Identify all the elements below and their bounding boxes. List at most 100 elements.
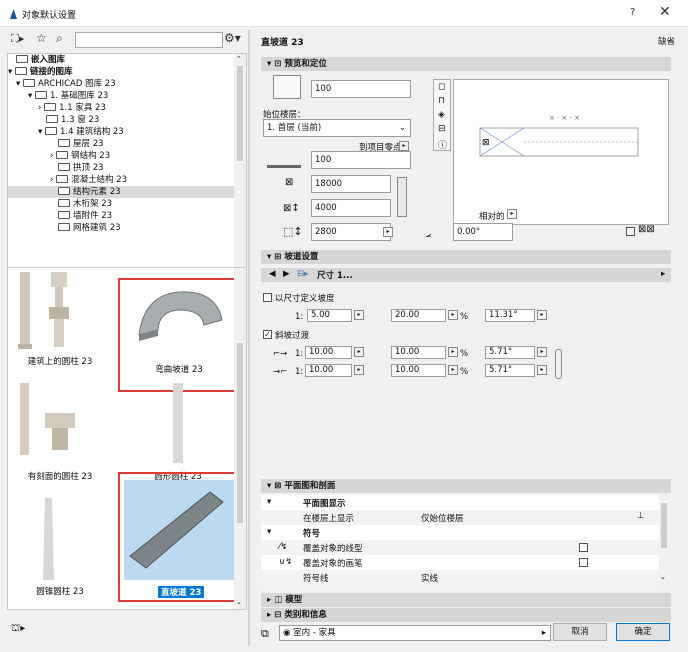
scroll-up-icon[interactable]: ⌃ — [236, 55, 242, 63]
collapse-icon[interactable]: ▾ — [267, 497, 271, 507]
nav-prev-icon[interactable]: ◀ — [269, 269, 276, 279]
section-header-preview[interactable]: ▾ ⊡ 预览和定位 — [261, 57, 671, 71]
search-input[interactable] — [75, 32, 223, 48]
table-row[interactable]: 符号线 实线 — [261, 570, 659, 585]
slope-pct-arrow[interactable]: ▸ — [448, 310, 458, 320]
override-pen-checkbox[interactable] — [579, 558, 588, 567]
table-row[interactable]: 在楼层上显示 仅始位楼层 ⊥ — [261, 510, 659, 525]
scroll-down-icon[interactable]: ⌄ — [660, 573, 666, 581]
gallery-scroll-thumb[interactable] — [237, 343, 243, 523]
slope-deg-field[interactable]: 11.31° — [485, 309, 535, 322]
table-row[interactable]: ⁄↯ 覆盖对象的线型 — [261, 540, 659, 555]
gallery-item-straight-ramp[interactable]: 直坡道 23 — [118, 472, 240, 602]
tree-item-furniture[interactable]: › 1.1 家具 23 — [8, 102, 234, 114]
default-button[interactable]: 缺省 — [658, 35, 675, 47]
tree-scroll-thumb[interactable] — [237, 66, 243, 161]
favorites-star-icon[interactable]: ☆ — [36, 31, 47, 45]
elevation-view-icon[interactable]: ⊟ — [438, 124, 446, 134]
override-line-checkbox[interactable] — [579, 543, 588, 552]
slope-pct-field[interactable]: 20.00 — [391, 309, 446, 322]
mirror-icons[interactable]: ⊠⊠ — [638, 224, 655, 235]
transition2-ratio-arrow[interactable]: ▸ — [354, 365, 364, 375]
transition1-pct-field[interactable]: 10.00 — [391, 346, 446, 359]
cancel-button[interactable]: 取消 — [553, 623, 607, 641]
ok-button[interactable]: 确定 — [616, 623, 670, 641]
plan-view-icon[interactable]: ◻ — [438, 82, 445, 92]
info-icon[interactable]: ⓘ — [438, 138, 447, 151]
3d-view-icon[interactable]: ◈ — [438, 110, 445, 120]
tree-item-wall-accessories[interactable]: 墙附件 23 — [8, 210, 234, 222]
tree-item-vault[interactable]: 拱顶 23 — [8, 162, 234, 174]
tree-item-steel[interactable]: › 钢结构 23 — [8, 150, 234, 162]
tree-item-windows[interactable]: 1.3 窗 23 — [8, 114, 234, 126]
transition-checkbox[interactable]: ✓ — [263, 330, 272, 339]
tree-item-basic[interactable]: ▾ 1. 基础图库 23 — [8, 90, 234, 102]
transition2-ratio-field[interactable]: 10.00 — [305, 364, 352, 377]
tree-item-truss[interactable]: 木桁架 23 — [8, 198, 234, 210]
slope-deg-arrow[interactable]: ▸ — [537, 310, 547, 320]
slope-ratio-arrow[interactable]: ▸ — [354, 310, 364, 320]
search-icon[interactable]: ⌕ — [56, 31, 63, 46]
tree-item-roof[interactable]: 屋层 23 — [8, 138, 234, 150]
tree-scrollbar[interactable]: ⌃ ⌄ — [234, 54, 246, 284]
table-row[interactable]: ⊍↯ 覆盖对象的画笔 — [261, 555, 659, 570]
depth-field[interactable]: 2800 — [311, 223, 391, 241]
transition1-deg-arrow[interactable]: ▸ — [537, 347, 547, 357]
floor-plan-scroll-thumb[interactable] — [661, 503, 667, 548]
transition2-pct-field[interactable]: 10.00 — [391, 364, 446, 377]
tree-item-archicad[interactable]: ▾ ARCHICAD 图库 23 — [8, 78, 234, 90]
offset-field[interactable]: 100 — [311, 151, 411, 169]
nav-dropdown-icon[interactable]: ▸ — [661, 269, 665, 279]
mirror-checkbox[interactable] — [626, 227, 635, 236]
tree-item-embedded[interactable]: 嵌入图库 — [8, 54, 234, 66]
section-header-model[interactable]: ▸ ◫ 模型 — [261, 593, 671, 607]
slope-ratio-field[interactable]: 5.00 — [307, 309, 352, 322]
transition1-ratio-field[interactable]: 10.00 — [305, 346, 352, 359]
gallery-item-curved-ramp[interactable]: 弯曲坡道 23 — [118, 278, 240, 392]
tree-item-concrete[interactable]: › 混凝土结构 23 — [8, 174, 234, 186]
gallery-item-faceted-column[interactable]: 有刻面的圆柱 23 — [10, 383, 110, 483]
help-button[interactable]: ? — [630, 7, 635, 18]
section-view-icon[interactable]: ⊓ — [438, 96, 445, 106]
library-tree-icon[interactable]: ⛶▸ — [11, 32, 24, 46]
library-manager-icon[interactable]: ⛫▸ — [11, 623, 25, 636]
home-story-select[interactable]: 1. 首层 (当前) ⌄ — [263, 119, 411, 137]
gallery-item-column-on-building[interactable]: 建筑上的圆柱 23 — [10, 272, 110, 370]
depth-arrow[interactable]: ▸ — [383, 227, 393, 237]
custom-slope-checkbox[interactable] — [263, 293, 272, 302]
transition2-deg-field[interactable]: 5.71° — [485, 364, 535, 377]
section-header-floor-plan[interactable]: ▾ ⊠ 平面图和剖面 — [261, 479, 671, 493]
layer-select[interactable]: ◉ 室内 - 家具 ▸ — [279, 625, 551, 641]
collapse-icon[interactable]: ▾ — [267, 527, 271, 537]
settings-gear-icon[interactable]: ⚙▾ — [224, 31, 241, 45]
section-header-ramp[interactable]: ▾ ⊞ 坡道设置 — [261, 250, 671, 264]
transition1-ratio-arrow[interactable]: ▸ — [354, 347, 364, 357]
tree-item-grid[interactable]: 网格建筑 23 — [8, 222, 234, 234]
gallery-scrollbar[interactable]: ⌄ — [234, 268, 246, 609]
transition1-deg-field[interactable]: 5.71° — [485, 346, 535, 359]
transition1-pct-arrow[interactable]: ▸ — [448, 347, 458, 357]
gallery-item-cone-column[interactable]: 圆锥圆柱 23 — [10, 498, 110, 598]
link-chain-icon[interactable] — [397, 177, 407, 217]
panel-divider[interactable] — [248, 30, 250, 646]
height-field[interactable]: 100 — [311, 80, 411, 98]
row-value[interactable]: 实线 — [421, 572, 438, 584]
group-row[interactable]: ▾ 符号 — [261, 525, 659, 540]
nav-next-icon[interactable]: ▶ — [283, 269, 290, 279]
tree-item-linked[interactable]: ▾ 链接的图库 — [8, 66, 234, 78]
angle-field[interactable]: 0.00° — [453, 223, 513, 241]
link-chain-icon[interactable] — [555, 349, 562, 379]
group-row[interactable]: ▾ 平面图显示 — [261, 495, 659, 510]
reference-arrow[interactable]: ▸ — [399, 141, 409, 151]
close-button[interactable]: ✕ — [659, 4, 671, 20]
transition2-pct-arrow[interactable]: ▸ — [448, 365, 458, 375]
transition2-deg-arrow[interactable]: ▸ — [537, 365, 547, 375]
tree-item-structural-elements[interactable]: 结构元素 23 — [8, 186, 234, 198]
relative-arrow[interactable]: ▸ — [507, 209, 517, 219]
row-value[interactable]: 仅始位楼层 — [421, 512, 464, 524]
section-header-category[interactable]: ▸ ⊟ 类别和信息 — [261, 608, 671, 622]
tree-item-structure[interactable]: ▾ 1.4 建筑结构 23 — [8, 126, 234, 138]
gallery-item-round-column[interactable]: 圆形圆柱 23 — [128, 383, 228, 483]
length-field[interactable]: 18000 — [311, 175, 391, 193]
width-field[interactable]: 4000 — [311, 199, 391, 217]
